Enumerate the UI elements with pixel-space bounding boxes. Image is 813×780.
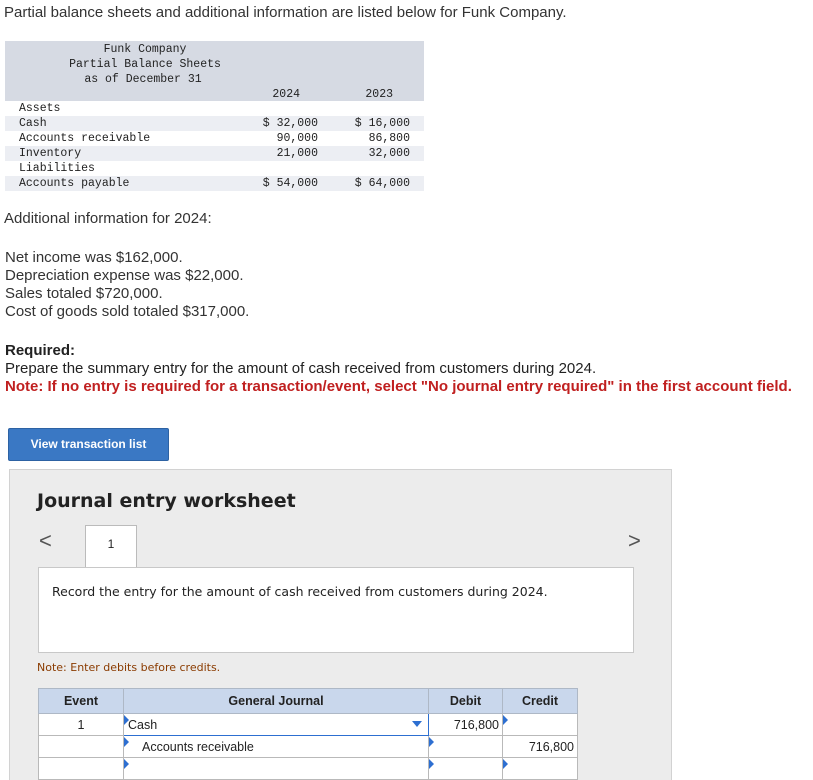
header-credit: Credit: [502, 688, 578, 714]
fact-item: Sales totaled $720,000.: [5, 285, 163, 302]
value-2024: $ 32,000: [262, 117, 318, 130]
value-2023: 86,800: [368, 132, 410, 145]
value-2024: $ 54,000: [262, 177, 318, 190]
balance-sheet-table: Funk Company Partial Balance Sheets as o…: [5, 41, 424, 191]
tab-entry-1[interactable]: 1: [85, 525, 137, 569]
debit-input[interactable]: [428, 757, 503, 780]
input-flag-icon: [124, 715, 129, 725]
journal-header-row: Event General Journal Debit Credit: [38, 688, 578, 714]
journal-row: [38, 757, 578, 780]
input-flag-icon: [503, 759, 508, 769]
additional-info-heading: Additional information for 2024:: [4, 210, 212, 227]
input-flag-icon: [429, 759, 434, 769]
input-flag-icon: [124, 737, 129, 747]
fact-item: Cost of goods sold totaled $317,000.: [5, 303, 250, 320]
row-label: Liabilities: [19, 162, 95, 175]
row-label: Accounts payable: [19, 177, 130, 190]
debit-input[interactable]: 716,800: [428, 713, 503, 736]
required-text: Prepare the summary entry for the amount…: [5, 360, 597, 377]
instruction-text: Record the entry for the amount of cash …: [52, 584, 548, 599]
intro-text: Partial balance sheets and additional in…: [4, 4, 567, 21]
row-label: Accounts receivable: [19, 132, 151, 145]
header-debit: Debit: [428, 688, 503, 714]
worksheet-title: Journal entry worksheet: [37, 490, 296, 512]
row-cash: Cash $ 32,000 $ 16,000: [5, 116, 424, 131]
event-cell: [38, 757, 124, 780]
value-2023: $ 64,000: [354, 177, 410, 190]
chevron-right-icon[interactable]: >: [628, 528, 641, 554]
required-note: Note: If no entry is required for a tran…: [5, 378, 792, 395]
chevron-down-icon[interactable]: [412, 721, 422, 727]
journal-table: Event General Journal Debit Credit 1 Cas…: [38, 688, 578, 780]
account-select[interactable]: [123, 757, 429, 780]
row-assets: Assets: [5, 101, 424, 116]
header-general-journal: General Journal: [123, 688, 429, 714]
credit-input[interactable]: 716,800: [502, 735, 578, 758]
year-2024: 2024: [272, 88, 300, 101]
row-inventory: Inventory 21,000 32,000: [5, 146, 424, 161]
debit-note: Note: Enter debits before credits.: [37, 661, 221, 674]
debit-value: 716,800: [453, 717, 499, 732]
view-transaction-list-button[interactable]: View transaction list: [8, 428, 169, 461]
required-heading: Required:: [5, 342, 76, 359]
instruction-box: Record the entry for the amount of cash …: [38, 567, 634, 653]
value-2024: 90,000: [276, 132, 318, 145]
row-accounts-payable: Accounts payable $ 54,000 $ 64,000: [5, 176, 424, 191]
event-cell: 1: [38, 713, 124, 736]
row-label: Inventory: [19, 147, 82, 160]
fact-item: Net income was $162,000.: [5, 249, 183, 266]
journal-row: 1 Cash 716,800: [38, 713, 578, 736]
sheet-title: Partial Balance Sheets: [69, 58, 221, 71]
account-select[interactable]: Cash: [123, 713, 429, 736]
journal-worksheet-panel: Journal entry worksheet < > 1 Record the…: [9, 469, 672, 780]
row-accounts-receivable: Accounts receivable 90,000 86,800: [5, 131, 424, 146]
row-label: Assets: [19, 102, 61, 115]
sheet-date: as of December 31: [84, 73, 202, 86]
account-select[interactable]: Accounts receivable: [123, 735, 429, 758]
credit-input[interactable]: [502, 713, 578, 736]
year-2023: 2023: [365, 88, 393, 101]
fact-item: Depreciation expense was $22,000.: [5, 267, 244, 284]
facts-list: Net income was $162,000. Depreciation ex…: [5, 249, 249, 321]
company-name: Funk Company: [103, 43, 187, 56]
value-2023: $ 16,000: [354, 117, 410, 130]
row-liabilities: Liabilities: [5, 161, 424, 176]
debit-input[interactable]: [428, 735, 503, 758]
row-label: Cash: [19, 117, 47, 130]
value-2023: 32,000: [368, 147, 410, 160]
input-flag-icon: [429, 737, 434, 747]
credit-input[interactable]: [502, 757, 578, 780]
credit-value: 716,800: [528, 739, 574, 754]
journal-row: Accounts receivable 716,800: [38, 735, 578, 758]
value-2024: 21,000: [276, 147, 318, 160]
event-cell: [38, 735, 124, 758]
required-section: Required: Prepare the summary entry for …: [5, 342, 792, 396]
input-flag-icon: [503, 715, 508, 725]
balance-sheet-header: Funk Company Partial Balance Sheets as o…: [5, 41, 424, 101]
chevron-left-icon[interactable]: <: [39, 528, 52, 554]
account-name: Accounts receivable: [142, 739, 254, 754]
input-flag-icon: [124, 759, 129, 769]
header-event: Event: [38, 688, 124, 714]
